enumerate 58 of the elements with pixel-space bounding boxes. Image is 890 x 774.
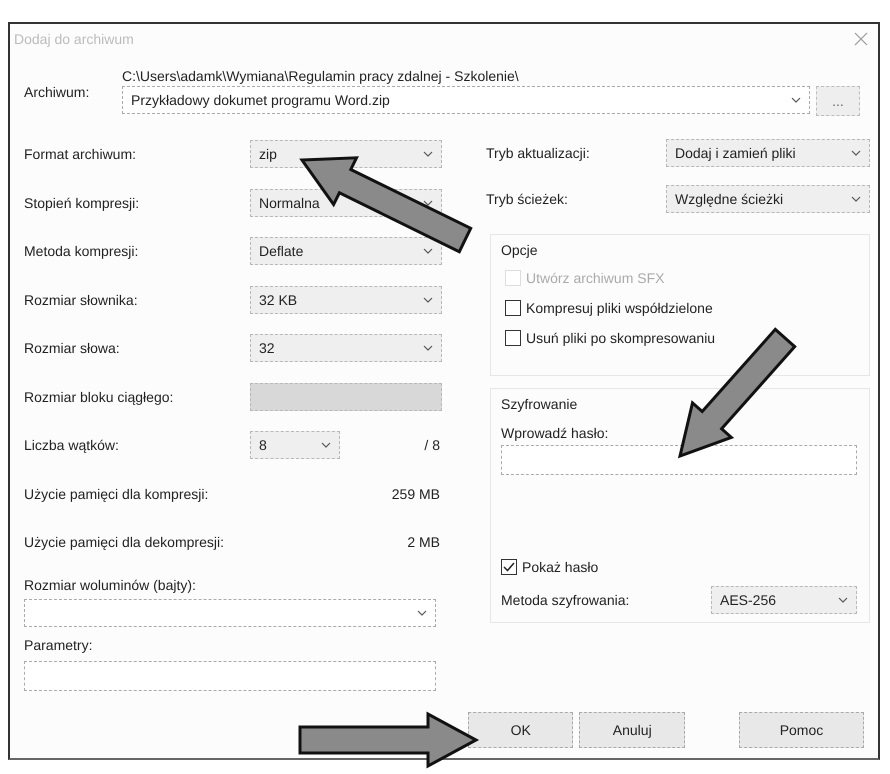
- field-label: Rozmiar woluminów (bajty):: [24, 576, 197, 595]
- field-label: Liczba wątków:: [24, 437, 120, 454]
- field-label: Użycie pamięci dla kompresji:: [24, 486, 210, 502]
- dropdown[interactable]: zip: [250, 140, 442, 168]
- close-icon[interactable]: [854, 32, 868, 46]
- chevron-icon: [423, 200, 433, 206]
- checkbox-label: Usuń pliki po skompresowaniu: [526, 330, 716, 346]
- folder-path: C:\Users\adamk\Wymiana\Regulamin pracy zdalnej - Szkolenie\: [122, 68, 520, 84]
- dropdown[interactable]: 8: [250, 431, 340, 460]
- dropdown[interactable]: Deflate: [250, 237, 442, 266]
- help-button[interactable]: Pomoc: [738, 712, 864, 748]
- dropdown[interactable]: Dodaj i zamień pliki: [666, 139, 870, 167]
- field-label: Tryb ścieżek:: [486, 191, 569, 207]
- browse-button[interactable]: ...: [816, 86, 860, 116]
- group-title: Szyfrowanie: [501, 395, 578, 414]
- parameters-field[interactable]: [24, 660, 436, 690]
- field-label: Parametry:: [24, 636, 94, 655]
- chevron-icon: [423, 345, 433, 352]
- chevron-icon: [791, 97, 801, 103]
- field-label: Archiwum:: [24, 84, 90, 100]
- chevron-icon: [423, 248, 433, 254]
- dropdown[interactable]: 32 KB: [250, 286, 442, 314]
- checkbox-label: Utwórz archiwum SFX: [526, 270, 664, 286]
- chevron-icon: [851, 196, 861, 202]
- field-label: Rozmiar bloku ciągłego:: [24, 388, 174, 405]
- dropdown[interactable]: [24, 598, 436, 626]
- password-field[interactable]: [501, 445, 857, 475]
- checkbox[interactable]: [505, 300, 521, 316]
- checkbox[interactable]: [505, 330, 521, 346]
- field-label: Tryb aktualizacji:: [486, 145, 591, 161]
- dropdown[interactable]: AES-256: [711, 586, 857, 614]
- field-label: Format archiwum:: [24, 146, 138, 162]
- dropdown[interactable]: Względne ścieżki: [666, 185, 870, 213]
- group-title: Opcje: [501, 241, 539, 260]
- field-label: Metoda szyfrowania:: [501, 592, 630, 608]
- ok-button[interactable]: OK: [468, 712, 574, 748]
- field-label: Metoda kompresji:: [24, 243, 140, 260]
- chevron-icon: [838, 597, 848, 603]
- field-label: Użycie pamięci dla dekompresji:: [24, 534, 225, 550]
- field-label: Stopień kompresji:: [24, 194, 140, 211]
- chevron-icon: [417, 610, 427, 616]
- chevron-icon: [423, 296, 433, 303]
- thread-count: / 8: [423, 437, 441, 454]
- chevron-icon: [321, 442, 331, 448]
- dropdown[interactable]: 32: [250, 334, 442, 362]
- window-title: Dodaj do archiwum: [14, 31, 134, 47]
- memory-value: 2 MB: [406, 534, 441, 550]
- memory-value: 259 MB: [390, 486, 441, 502]
- checkbox[interactable]: [501, 559, 517, 575]
- field-label: Wprowadź hasło:: [501, 425, 610, 441]
- checkbox-label: Pokaż hasło: [522, 559, 598, 575]
- checkbox-label: Kompresuj pliki współdzielone: [526, 300, 713, 316]
- chevron-icon: [423, 151, 433, 158]
- field-label: Rozmiar słownika:: [24, 292, 139, 308]
- field-label: Rozmiar słowa:: [24, 340, 121, 356]
- cancel-button[interactable]: Anuluj: [579, 712, 685, 748]
- chevron-icon: [851, 150, 861, 156]
- archive-name-combo[interactable]: Przykładowy dokumet programu Word.zip: [122, 86, 810, 114]
